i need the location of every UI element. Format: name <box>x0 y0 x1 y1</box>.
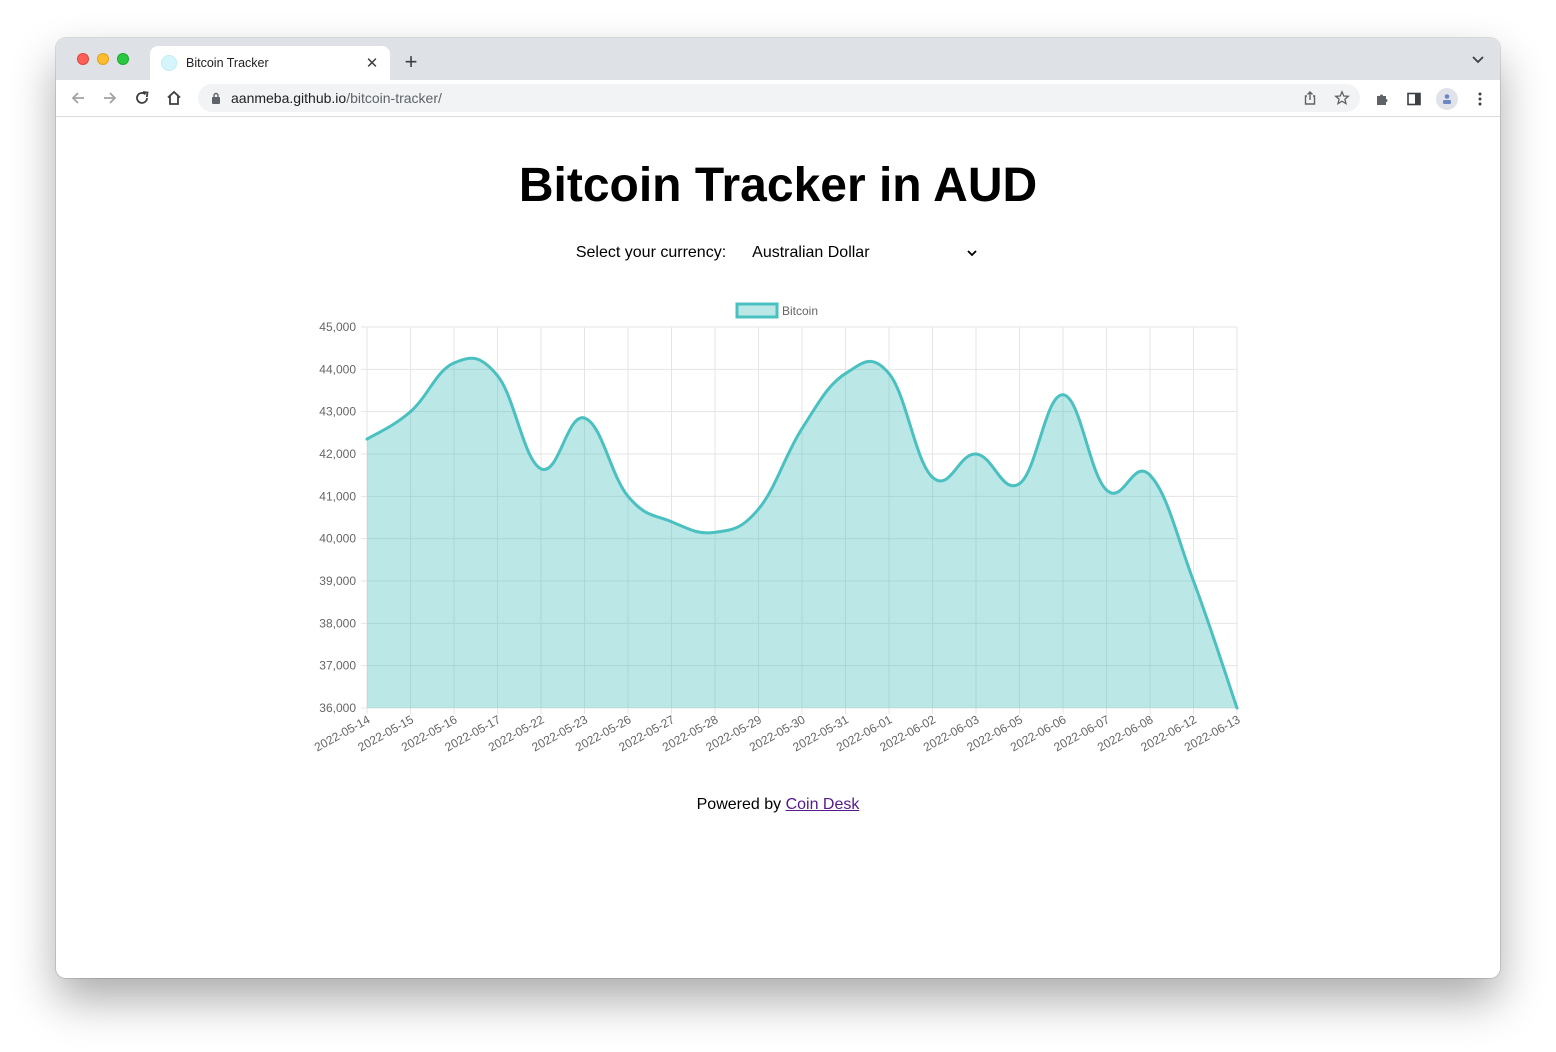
footer: Powered by Coin Desk <box>56 796 1500 814</box>
data-point <box>583 416 586 420</box>
browser-tab[interactable]: Bitcoin Tracker ✕ <box>150 46 390 80</box>
y-tick-label: 38,000 <box>319 616 356 630</box>
favicon-icon <box>161 55 177 71</box>
y-tick-label: 45,000 <box>319 320 356 334</box>
data-point <box>452 361 456 365</box>
y-tick-label: 39,000 <box>319 574 356 588</box>
data-point <box>409 410 412 414</box>
window-controls <box>77 53 129 65</box>
y-tick-label: 41,000 <box>319 489 356 503</box>
tab-close-icon[interactable]: ✕ <box>364 54 380 72</box>
url-path: /bitcoin-tracker/ <box>346 90 442 106</box>
share-icon[interactable] <box>1300 88 1320 108</box>
data-point <box>887 372 891 376</box>
close-window-button[interactable] <box>77 53 89 65</box>
legend-swatch <box>735 302 779 319</box>
data-point <box>800 427 804 431</box>
data-point <box>1235 706 1239 710</box>
data-point <box>844 372 847 376</box>
footer-prefix: Powered by <box>696 796 786 813</box>
side-panel-icon[interactable] <box>1404 89 1424 109</box>
data-point <box>1061 393 1065 397</box>
page-content: Bitcoin Tracker in AUD Select your curre… <box>56 118 1500 978</box>
data-point <box>974 452 978 456</box>
forward-arrow-icon[interactable] <box>99 87 121 109</box>
data-point <box>365 437 369 441</box>
profile-avatar-icon[interactable] <box>1436 88 1458 110</box>
title-bar: Bitcoin Tracker ✕ + <box>56 38 1500 80</box>
data-point <box>626 494 630 498</box>
extensions-puzzle-icon[interactable] <box>1372 89 1392 109</box>
data-point <box>1105 488 1108 492</box>
data-point <box>1018 482 1021 486</box>
browser-toolbar: aanmeba.github.io/bitcoin-tracker/ <box>56 80 1500 117</box>
y-tick-label: 40,000 <box>319 532 356 546</box>
y-tick-label: 36,000 <box>319 701 356 715</box>
bookmark-star-icon[interactable] <box>1332 88 1352 108</box>
data-point <box>1192 579 1195 583</box>
data-point <box>496 374 499 378</box>
url-host: aanmeba.github.io <box>231 90 347 106</box>
data-point <box>539 467 543 471</box>
browser-window: Bitcoin Tracker ✕ + aanmeba.github.io/bi… <box>56 38 1500 978</box>
tab-search-chevron-icon[interactable] <box>1470 53 1486 67</box>
data-point <box>1148 473 1152 477</box>
url-text[interactable]: aanmeba.github.io/bitcoin-tracker/ <box>231 90 442 106</box>
price-chart: 45,000 44,000 43,000 42,000 41,000 40,000 39,0… <box>312 302 1243 754</box>
y-tick-label: 44,000 <box>319 362 356 376</box>
lock-icon[interactable] <box>209 91 223 105</box>
maximize-window-button[interactable] <box>117 53 129 65</box>
minimize-window-button[interactable] <box>97 53 109 65</box>
address-bar[interactable]: aanmeba.github.io/bitcoin-tracker/ <box>198 84 1360 112</box>
data-point <box>931 475 934 479</box>
legend-label: Bitcoin <box>782 304 818 318</box>
data-point <box>713 530 717 534</box>
y-tick-label: 43,000 <box>319 405 356 419</box>
reload-icon[interactable] <box>131 87 153 109</box>
coin-desk-link[interactable]: Coin Desk <box>786 796 860 813</box>
y-tick-label: 37,000 <box>319 659 356 673</box>
more-menu-icon[interactable] <box>1470 89 1490 109</box>
data-point <box>670 520 673 524</box>
home-icon[interactable] <box>163 87 185 109</box>
tab-title: Bitcoin Tracker <box>186 56 269 70</box>
new-tab-button[interactable]: + <box>400 50 422 74</box>
back-arrow-icon[interactable] <box>67 87 89 109</box>
data-point <box>757 507 760 511</box>
y-tick-label: 42,000 <box>319 447 356 461</box>
